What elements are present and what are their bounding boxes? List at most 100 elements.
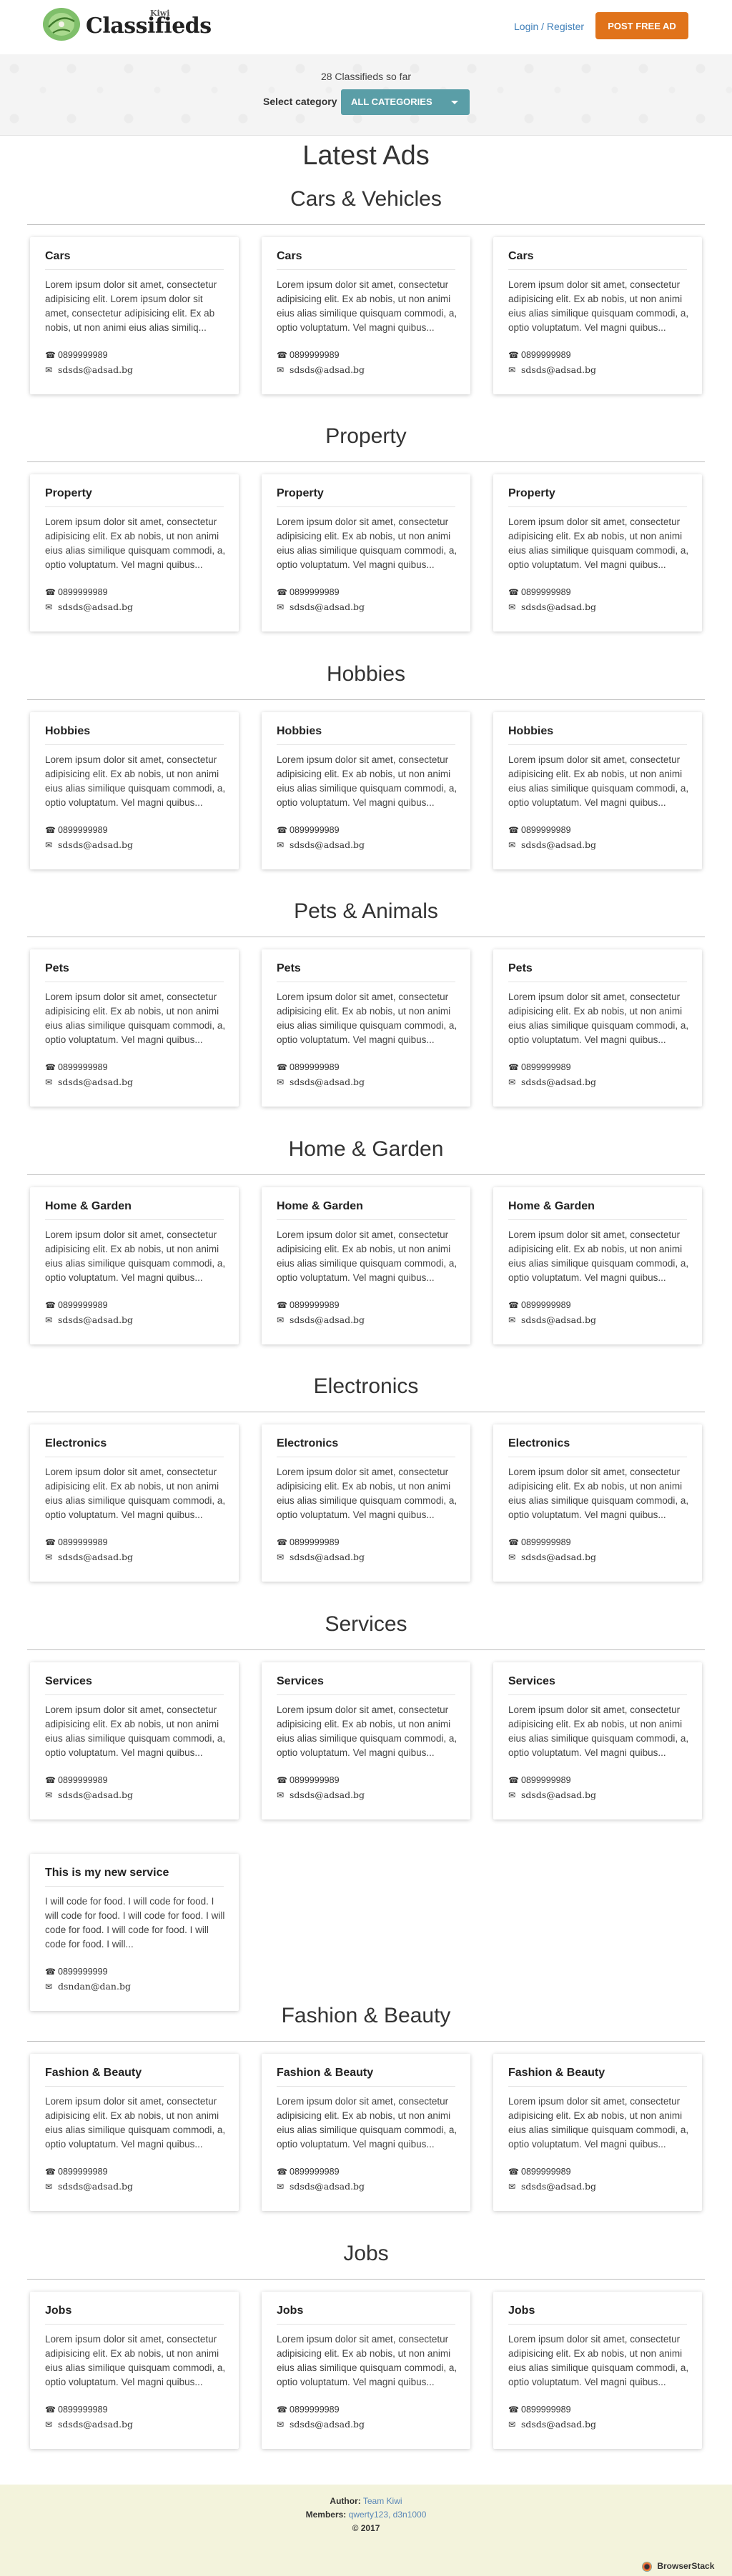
ad-title-divider <box>508 2324 687 2325</box>
ad-card[interactable]: Home & Garden Lorem ipsum dolor sit amet,… <box>493 1187 702 1344</box>
ad-title-divider <box>508 2086 687 2087</box>
ad-title[interactable]: Electronics <box>45 1437 107 1450</box>
ad-card[interactable]: Services Lorem ipsum dolor sit amet, cons… <box>30 1662 239 1819</box>
ad-title[interactable]: Property <box>508 487 555 500</box>
ad-description: Lorem ipsum dolor sit amet, consectetur … <box>45 754 226 808</box>
footer-author-link[interactable]: Team Kiwi <box>363 2496 402 2506</box>
ad-card[interactable]: Cars Lorem ipsum dolor sit amet, consecte… <box>262 237 470 394</box>
ad-title[interactable]: Fashion & Beauty <box>508 2067 605 2080</box>
ad-title[interactable]: Cars <box>277 250 302 263</box>
ad-description: Lorem ipsum dolor sit amet, consectetur … <box>277 2334 458 2387</box>
ad-title[interactable]: Services <box>45 1675 92 1688</box>
ad-title[interactable]: This is my new service <box>45 1867 169 1879</box>
ad-card[interactable]: Hobbies Lorem ipsum dolor sit amet, conse… <box>30 712 239 869</box>
ad-email-address: sdsds@adsad.bg <box>521 1314 597 1325</box>
ad-email-address: sdsds@adsad.bg <box>58 1314 134 1325</box>
ad-card[interactable]: Pets Lorem ipsum dolor sit amet, consecte… <box>30 949 239 1107</box>
ad-card[interactable]: Home & Garden Lorem ipsum dolor sit amet,… <box>262 1187 470 1344</box>
ad-title[interactable]: Home & Garden <box>508 1200 595 1213</box>
ad-card[interactable]: Pets Lorem ipsum dolor sit amet, consecte… <box>262 949 470 1107</box>
ad-title[interactable]: Hobbies <box>508 725 553 738</box>
browserstack-label: BrowserStack <box>657 2561 715 2571</box>
ad-email-address: sdsds@adsad.bg <box>290 1314 365 1325</box>
ad-phone-number: 0899999989 <box>290 1537 340 1547</box>
ad-title[interactable]: Electronics <box>508 1437 570 1450</box>
ad-title[interactable]: Pets <box>508 962 533 975</box>
ad-title[interactable]: Property <box>277 487 324 500</box>
ad-title[interactable]: Fashion & Beauty <box>277 2067 373 2080</box>
browserstack-badge[interactable]: BrowserStack <box>642 2561 714 2572</box>
phone-icon: ☎ <box>45 1775 56 1785</box>
ad-email-address: sdsds@adsad.bg <box>290 601 365 612</box>
category-filter-band: 28 Classifieds so far Select category AL… <box>0 54 732 136</box>
ad-email: ✉ sdsds@adsad.bg <box>508 1789 596 1800</box>
ad-card[interactable]: Jobs Lorem ipsum dolor sit amet, consecte… <box>493 2292 702 2449</box>
ad-phone: ☎ 0899999989 <box>277 825 340 835</box>
ad-title[interactable]: Cars <box>45 250 71 263</box>
ad-card[interactable]: Fashion & Beauty Lorem ipsum dolor sit am… <box>30 2054 239 2211</box>
category-select-value: ALL CATEGORIES <box>351 96 432 107</box>
ad-card[interactable]: Cars Lorem ipsum dolor sit amet, consecte… <box>30 237 239 394</box>
ad-card[interactable]: Electronics Lorem ipsum dolor sit amet, c… <box>30 1424 239 1582</box>
ad-card[interactable]: Hobbies Lorem ipsum dolor sit amet, conse… <box>493 712 702 869</box>
ad-title[interactable]: Fashion & Beauty <box>45 2067 142 2080</box>
ad-card[interactable]: This is my new service I will code for fo… <box>30 1854 239 2011</box>
ad-card[interactable]: Property Lorem ipsum dolor sit amet, cons… <box>493 474 702 631</box>
post-free-ad-button[interactable]: POST FREE AD <box>595 12 688 39</box>
envelope-icon: ✉ <box>277 2420 285 2430</box>
ad-phone: ☎ 0899999989 <box>508 1537 571 1547</box>
ad-card[interactable]: Services Lorem ipsum dolor sit amet, cons… <box>493 1662 702 1819</box>
ad-phone-number: 0899999989 <box>58 825 108 835</box>
section-title: Jobs <box>343 2242 389 2265</box>
ad-card[interactable]: Home & Garden Lorem ipsum dolor sit amet,… <box>30 1187 239 1344</box>
category-select[interactable]: ALL CATEGORIES <box>341 89 470 115</box>
ad-title[interactable]: Jobs <box>508 2305 535 2317</box>
section-title: Services <box>325 1612 407 1636</box>
ad-title[interactable]: Pets <box>45 962 69 975</box>
ad-title-divider <box>508 506 687 507</box>
ad-card[interactable]: Cars Lorem ipsum dolor sit amet, consecte… <box>493 237 702 394</box>
ad-title[interactable]: Cars <box>508 250 534 263</box>
ad-phone-number: 0899999989 <box>290 1062 340 1072</box>
ad-card[interactable]: Fashion & Beauty Lorem ipsum dolor sit am… <box>493 2054 702 2211</box>
ad-card[interactable]: Hobbies Lorem ipsum dolor sit amet, conse… <box>262 712 470 869</box>
ad-title-divider <box>277 744 455 745</box>
ad-card[interactable]: Jobs Lorem ipsum dolor sit amet, consecte… <box>30 2292 239 2449</box>
ad-title[interactable]: Jobs <box>277 2305 303 2317</box>
ad-card[interactable]: Electronics Lorem ipsum dolor sit amet, c… <box>493 1424 702 1582</box>
ad-email: ✉ sdsds@adsad.bg <box>277 1552 365 1562</box>
ad-card[interactable]: Electronics Lorem ipsum dolor sit amet, c… <box>262 1424 470 1582</box>
ad-phone-number: 0899999989 <box>290 587 340 597</box>
ad-email: ✉ sdsds@adsad.bg <box>45 1077 133 1087</box>
phone-icon: ☎ <box>277 350 287 360</box>
ad-title[interactable]: Home & Garden <box>45 1200 132 1213</box>
ad-title[interactable]: Home & Garden <box>277 1200 363 1213</box>
footer-author-label: Author: <box>330 2496 361 2506</box>
ad-title[interactable]: Services <box>277 1675 324 1688</box>
ad-description: Lorem ipsum dolor sit amet, consectetur … <box>508 1229 689 1283</box>
ad-card[interactable]: Services Lorem ipsum dolor sit amet, cons… <box>262 1662 470 1819</box>
ad-card[interactable]: Property Lorem ipsum dolor sit amet, cons… <box>262 474 470 631</box>
ad-title[interactable]: Jobs <box>45 2305 71 2317</box>
ad-title[interactable]: Property <box>45 487 92 500</box>
login-register-link[interactable]: Login / Register <box>514 21 584 32</box>
section-2: Hobbies Hobbies Lorem ipsum dolor sit amet… <box>0 662 732 904</box>
ad-card[interactable]: Property Lorem ipsum dolor sit amet, cons… <box>30 474 239 631</box>
phone-icon: ☎ <box>508 1062 519 1072</box>
ad-title[interactable]: Hobbies <box>277 725 322 738</box>
ad-card[interactable]: Pets Lorem ipsum dolor sit amet, consecte… <box>493 949 702 1107</box>
footer-members-link[interactable]: qwerty123, d3n1000 <box>349 2510 427 2520</box>
ad-title[interactable]: Electronics <box>277 1437 338 1450</box>
ad-title[interactable]: Services <box>508 1675 555 1688</box>
site-logo[interactable]: Kiwi Classifieds <box>41 4 213 47</box>
ad-card[interactable]: Fashion & Beauty Lorem ipsum dolor sit am… <box>262 2054 470 2211</box>
ad-title[interactable]: Pets <box>277 962 301 975</box>
ad-description: Lorem ipsum dolor sit amet, consectetur … <box>45 1229 226 1283</box>
envelope-icon: ✉ <box>277 1790 285 1800</box>
ad-title[interactable]: Hobbies <box>45 725 90 738</box>
ad-description: Lorem ipsum dolor sit amet, consectetur … <box>45 2334 226 2387</box>
ad-card[interactable]: Jobs Lorem ipsum dolor sit amet, consecte… <box>262 2292 470 2449</box>
ad-email: ✉ sdsds@adsad.bg <box>45 839 133 850</box>
ad-title-divider <box>277 2324 455 2325</box>
envelope-icon: ✉ <box>277 1315 285 1325</box>
